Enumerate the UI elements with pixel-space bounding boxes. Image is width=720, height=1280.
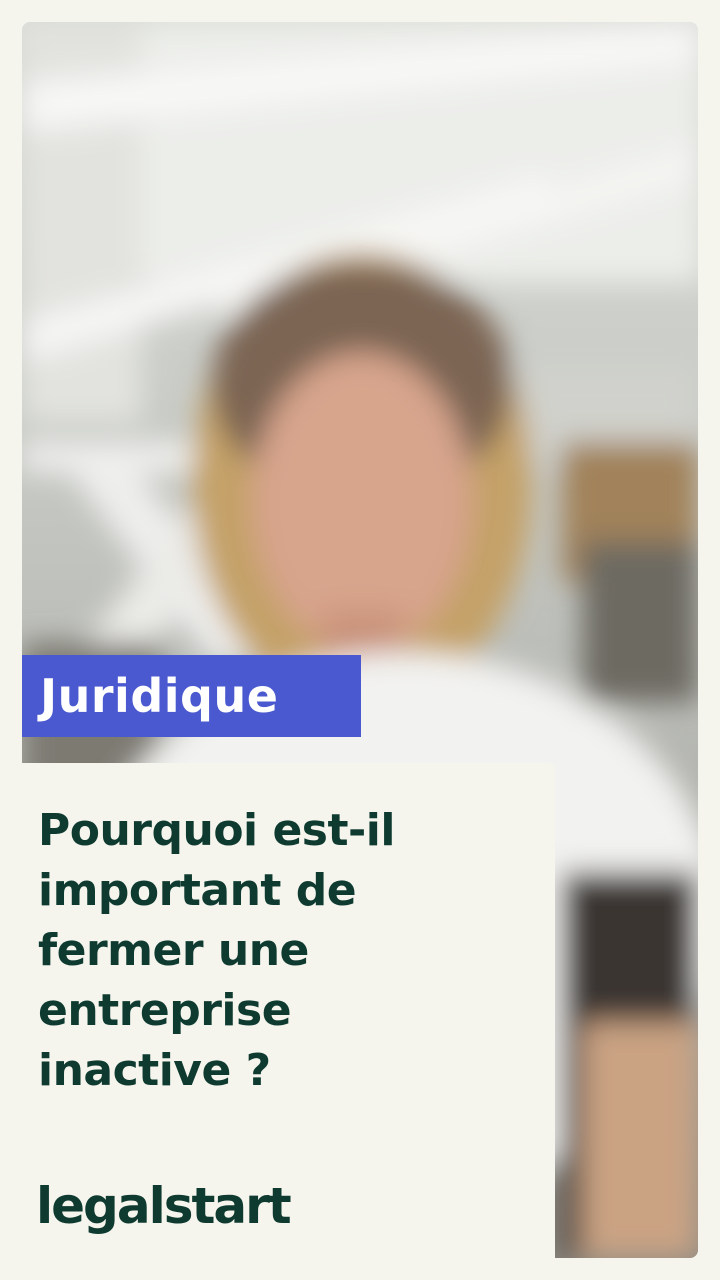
legalstart-logo: legalstart [36,1177,292,1235]
category-tag-label: Juridique [40,669,279,723]
category-tag: Juridique [22,655,361,737]
headline-card: Pourquoi est-il important de fermer une … [22,763,555,1258]
headline: Pourquoi est-il important de fermer une … [38,805,395,1096]
